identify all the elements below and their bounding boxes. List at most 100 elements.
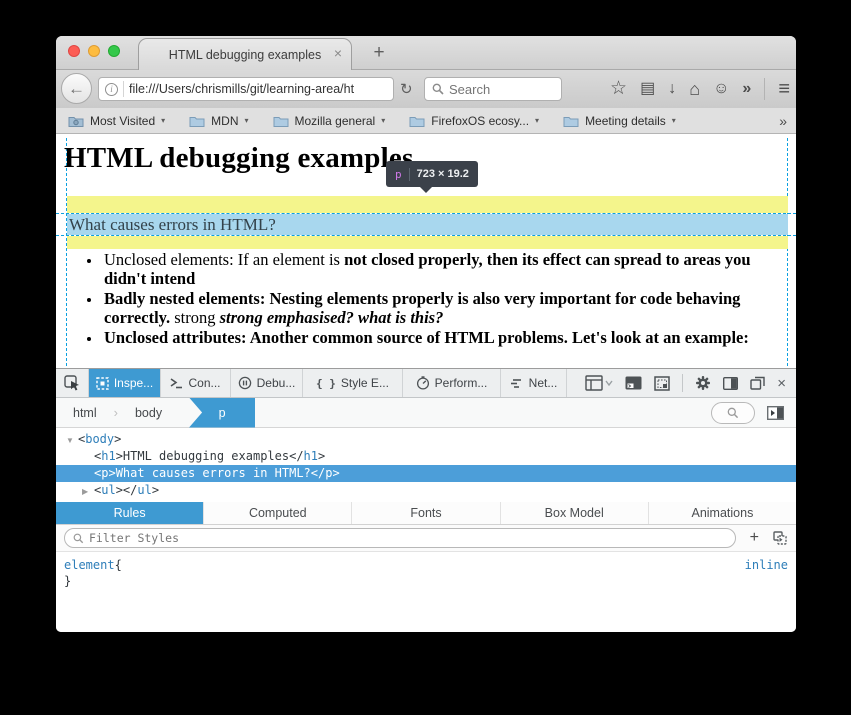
settings-gear-icon[interactable]: [695, 375, 711, 391]
close-window-button[interactable]: [68, 45, 80, 57]
select-frame-button[interactable]: [585, 375, 613, 391]
toolbar-separator: [764, 78, 765, 100]
back-icon: ←: [68, 79, 85, 99]
tab-network[interactable]: Net...: [501, 369, 567, 397]
chevron-down-icon: ▾: [672, 116, 676, 125]
smart-folder-icon: [68, 115, 84, 127]
tab-bar: HTML debugging examples × +: [56, 36, 796, 70]
tab-console[interactable]: Con...: [161, 369, 231, 397]
tab-animations[interactable]: Animations: [648, 502, 796, 524]
bookmark-star-icon[interactable]: ☆: [610, 81, 627, 97]
undock-window-icon[interactable]: [750, 376, 765, 390]
rule-selector[interactable]: element: [64, 557, 115, 573]
markup-search-button[interactable]: [711, 402, 755, 424]
tree-row-p-selected[interactable]: <p>What causes errors in HTML?</p>: [56, 465, 796, 482]
browser-tab[interactable]: HTML debugging examples ×: [138, 38, 352, 70]
collapse-arrow-icon[interactable]: ▼: [66, 432, 78, 449]
zoom-window-button[interactable]: [108, 45, 120, 57]
folder-icon: [189, 115, 205, 127]
tab-title: HTML debugging examples: [169, 48, 321, 62]
tab-fonts[interactable]: Fonts: [351, 502, 499, 524]
list-item: Unclosed elements: If an element is not …: [102, 250, 784, 289]
bookmarks-toolbar: Most Visited ▾ MDN ▾ Mozilla general ▾ F…: [56, 108, 796, 134]
debugger-pause-icon: [238, 376, 252, 390]
page-info-icon[interactable]: i: [105, 83, 118, 96]
style-filter-row: +: [56, 525, 796, 552]
expand-arrow-icon[interactable]: ▶: [82, 483, 94, 500]
breadcrumb-html[interactable]: html: [56, 406, 114, 420]
search-bar[interactable]: [424, 77, 562, 101]
tab-performance[interactable]: Perform...: [403, 369, 501, 397]
url-divider: [123, 81, 124, 97]
menu-hamburger-icon[interactable]: ≡: [778, 81, 790, 97]
url-bar[interactable]: i: [98, 77, 394, 101]
bookmark-folder-most-visited[interactable]: Most Visited ▾: [68, 114, 165, 128]
page-title: HTML debugging examples: [64, 142, 413, 175]
breadcrumb-p-selected[interactable]: p: [189, 398, 255, 428]
bookmarks-overflow-icon[interactable]: »: [779, 113, 787, 129]
search-icon: [73, 533, 84, 544]
minimize-window-button[interactable]: [88, 45, 100, 57]
bookmarks-list-icon[interactable]: ▤: [640, 81, 655, 97]
inspector-icon: [96, 377, 109, 390]
console-icon: [170, 377, 183, 389]
bookmark-folder-meeting-details[interactable]: Meeting details ▾: [563, 114, 676, 128]
element-size-tooltip: p 723 × 19.2: [386, 161, 478, 187]
tab-inspector[interactable]: Inspe...: [89, 369, 161, 397]
tree-row-h1[interactable]: <h1>HTML debugging examples</h1>: [56, 448, 796, 465]
split-console-icon[interactable]: [625, 376, 642, 390]
tooltip-dimensions: 723 × 19.2: [417, 168, 469, 180]
inspector-breadcrumb-bar: html › body p: [56, 398, 796, 428]
pick-element-icon: [64, 375, 81, 392]
filter-styles-input[interactable]: [89, 531, 727, 545]
tooltip-arrow: [420, 187, 432, 199]
search-icon: [727, 407, 739, 419]
browser-window: HTML debugging examples × + ← i ↻ ☆ ▤ ↓ …: [56, 36, 796, 632]
folder-icon: [409, 115, 425, 127]
search-input[interactable]: [449, 82, 539, 97]
folder-icon: [273, 115, 289, 127]
chevron-down-icon: ▾: [161, 116, 165, 125]
add-rule-button[interactable]: +: [746, 529, 763, 547]
tree-row-ul[interactable]: ▶<ul></ul>: [56, 482, 796, 499]
hello-smiley-icon[interactable]: ☺: [713, 81, 729, 97]
tab-close-icon[interactable]: ×: [334, 46, 342, 60]
rule-origin-link[interactable]: inline: [745, 557, 788, 573]
rules-panel: element { inline }: [56, 552, 796, 632]
chevron-down-icon: [605, 380, 613, 386]
page-viewport: HTML debugging examples What causes erro…: [56, 134, 796, 368]
breadcrumb-body[interactable]: body: [118, 406, 179, 420]
tab-box-model[interactable]: Box Model: [500, 502, 648, 524]
performance-icon: [416, 376, 430, 390]
select-frame-icon: [585, 375, 603, 391]
dock-sidebar-icon[interactable]: [723, 377, 738, 390]
error-causes-list: Unclosed elements: If an element is not …: [102, 250, 784, 347]
home-icon[interactable]: ⌂: [689, 81, 700, 97]
bookmark-folder-mozilla-general[interactable]: Mozilla general ▾: [273, 114, 386, 128]
tree-row-body[interactable]: ▼<body>: [56, 431, 796, 448]
tooltip-tag-name: p: [395, 168, 402, 181]
tab-computed[interactable]: Computed: [203, 502, 351, 524]
tab-debugger[interactable]: Debu...: [231, 369, 303, 397]
tab-rules[interactable]: Rules: [56, 502, 203, 524]
tab-style-editor[interactable]: { } Style E...: [303, 369, 403, 397]
toolbar-overflow-icon[interactable]: »: [742, 81, 751, 97]
bookmark-folder-mdn[interactable]: MDN ▾: [189, 114, 248, 128]
pick-element-button[interactable]: [56, 369, 89, 397]
expand-sidebar-icon[interactable]: [767, 406, 784, 420]
search-icon: [432, 83, 444, 95]
url-input[interactable]: [129, 82, 387, 96]
list-item: Badly nested elements: Nesting elements …: [102, 289, 784, 328]
downloads-icon[interactable]: ↓: [668, 81, 676, 97]
responsive-design-icon[interactable]: [654, 376, 670, 391]
reload-icon[interactable]: ↻: [400, 80, 413, 98]
network-icon: [510, 378, 524, 389]
pseudo-class-panel-icon[interactable]: [773, 531, 788, 546]
filter-styles-field[interactable]: [64, 528, 736, 548]
new-tab-button[interactable]: +: [366, 42, 392, 64]
rule-brace-close: }: [64, 573, 788, 589]
bookmark-folder-firefoxos[interactable]: FirefoxOS ecosy... ▾: [409, 114, 539, 128]
back-button[interactable]: ←: [61, 73, 92, 104]
devtools-close-icon[interactable]: ×: [777, 375, 786, 392]
rule-brace-open: {: [115, 557, 122, 573]
